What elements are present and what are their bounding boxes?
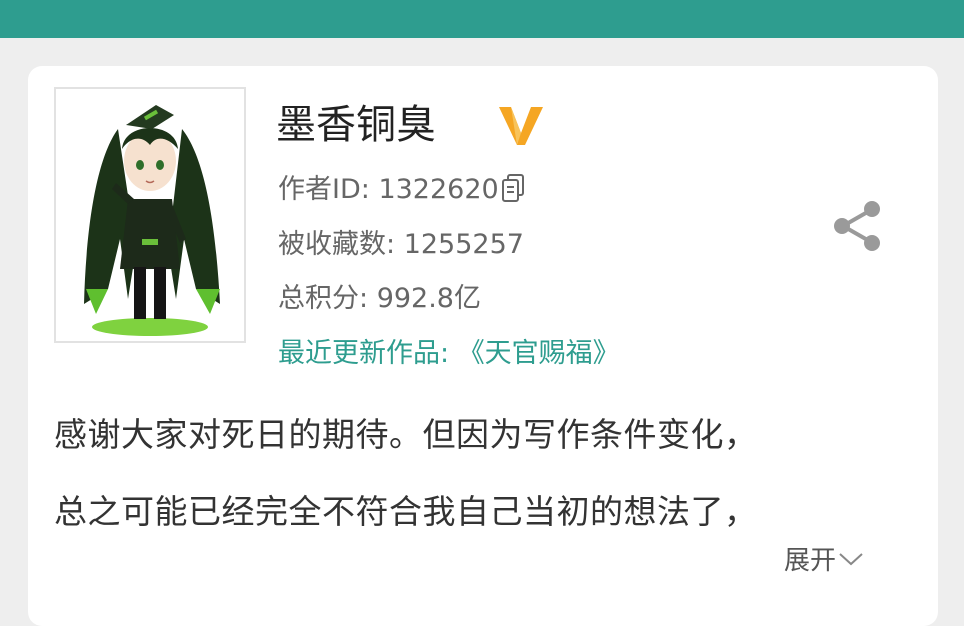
recent-work-link[interactable]: 《天官赐福》 xyxy=(458,338,620,369)
recent-work-line[interactable]: 最近更新作品: 《天官赐福》 xyxy=(278,336,620,372)
copy-icon[interactable] xyxy=(501,173,525,203)
description-line-1: 感谢大家对死日的期待。但因为写作条件变化， xyxy=(54,415,758,454)
v-badge-icon xyxy=(499,107,543,145)
score-value: 992.8亿 xyxy=(376,283,481,314)
author-id-label: 作者ID: xyxy=(278,174,379,205)
author-avatar[interactable] xyxy=(54,87,246,343)
description-line-2: 总之可能已经完全不符合我自己当初的想法了， xyxy=(54,492,758,531)
favorites-line: 被收藏数: 1255257 xyxy=(278,227,524,263)
chevron-down-icon xyxy=(839,553,863,566)
author-name: 墨香铜臭 xyxy=(276,102,436,148)
favorites-value: 1255257 xyxy=(403,229,524,260)
recent-work-label: 最近更新作品: xyxy=(278,338,458,369)
share-icon[interactable] xyxy=(832,200,882,252)
score-label: 总积分: xyxy=(278,283,377,314)
expand-button[interactable]: 展开 xyxy=(784,544,864,578)
top-app-bar xyxy=(0,0,964,38)
expand-label: 展开 xyxy=(784,546,837,576)
favorites-label: 被收藏数: xyxy=(278,229,404,260)
author-id-line: 作者ID: 1322620 xyxy=(278,172,525,208)
avatar-illustration xyxy=(84,105,220,336)
author-id-value: 1322620 xyxy=(378,174,499,205)
score-line: 总积分: 992.8亿 xyxy=(278,281,481,317)
